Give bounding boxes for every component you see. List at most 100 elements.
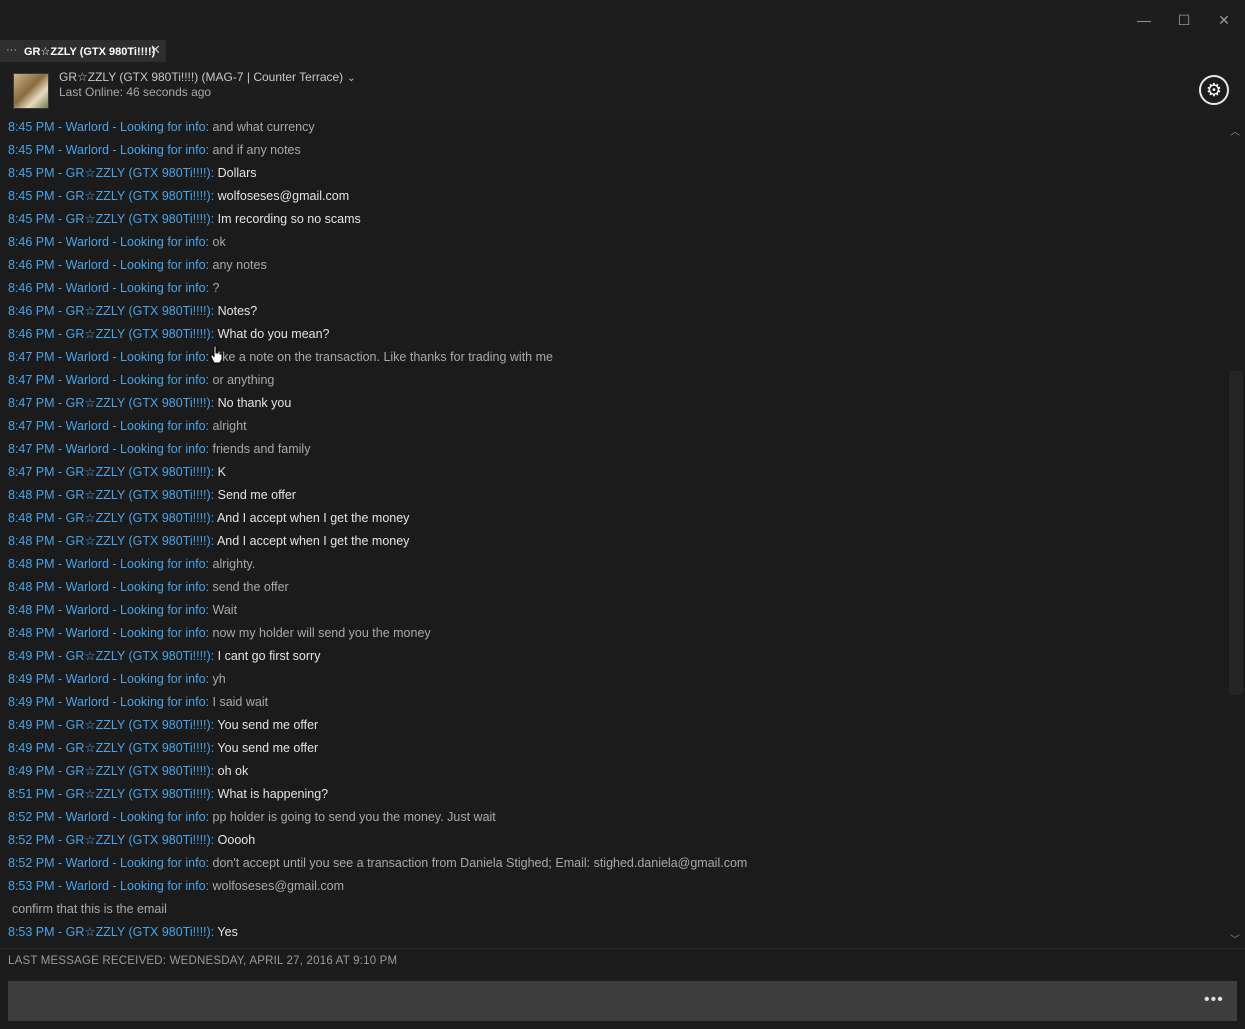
message-text: send the offer <box>212 580 289 594</box>
chat-message: 8:52 PM - Warlord - Looking for info: pp… <box>8 809 496 825</box>
chat-message: 8:48 PM - GR☆ZZLY (GTX 980Ti!!!!): And I… <box>8 533 409 549</box>
friend-avatar[interactable] <box>13 73 49 109</box>
chat-message: 8:48 PM - GR☆ZZLY (GTX 980Ti!!!!): And I… <box>8 510 409 526</box>
message-meta[interactable]: 8:47 PM - Warlord - Looking for info <box>8 442 206 456</box>
message-meta[interactable]: 8:51 PM - GR☆ZZLY (GTX 980Ti!!!!) <box>8 787 211 801</box>
message-meta[interactable]: 8:48 PM - Warlord - Looking for info <box>8 626 206 640</box>
message-meta[interactable]: 8:45 PM - GR☆ZZLY (GTX 980Ti!!!!) <box>8 166 211 180</box>
chat-message: 8:46 PM - GR☆ZZLY (GTX 980Ti!!!!): Notes… <box>8 303 257 319</box>
chat-message: 8:48 PM - Warlord - Looking for info: Wa… <box>8 602 237 618</box>
scroll-up-icon[interactable]: ︿ <box>1230 123 1240 138</box>
message-separator: : <box>210 833 218 847</box>
close-window-button[interactable]: ✕ <box>1212 8 1236 32</box>
message-meta[interactable]: 8:49 PM - Warlord - Looking for info <box>8 672 206 686</box>
chevron-down-icon[interactable]: ⌄ <box>347 73 355 84</box>
message-meta[interactable]: 8:45 PM - GR☆ZZLY (GTX 980Ti!!!!) <box>8 189 211 203</box>
message-meta[interactable]: 8:52 PM - Warlord - Looking for info <box>8 810 206 824</box>
chat-tab[interactable]: ··· GR☆ZZLY (GTX 980Ti!!!!) ✕ <box>0 40 166 62</box>
chat-message: 8:45 PM - Warlord - Looking for info: an… <box>8 119 315 135</box>
message-meta[interactable]: 8:48 PM - Warlord - Looking for info <box>8 603 206 617</box>
chat-message: 8:45 PM - GR☆ZZLY (GTX 980Ti!!!!): Dolla… <box>8 165 257 181</box>
scroll-down-icon[interactable]: ﹀ <box>1230 931 1240 946</box>
message-meta[interactable]: 8:46 PM - Warlord - Looking for info <box>8 258 206 272</box>
maximize-button[interactable]: ☐ <box>1172 8 1196 32</box>
message-meta[interactable]: 8:46 PM - Warlord - Looking for info <box>8 235 206 249</box>
chat-message: 8:48 PM - GR☆ZZLY (GTX 980Ti!!!!): Send … <box>8 487 296 503</box>
message-text: oh ok <box>217 764 249 778</box>
title-bar: — ☐ ✕ <box>0 0 1245 40</box>
message-meta[interactable]: 8:47 PM - Warlord - Looking for info <box>8 419 206 433</box>
message-meta[interactable]: 8:49 PM - GR☆ZZLY (GTX 980Ti!!!!) <box>8 764 211 778</box>
chat-message: 8:53 PM - Warlord - Looking for info: wo… <box>8 878 344 894</box>
message-meta[interactable]: 8:47 PM - GR☆ZZLY (GTX 980Ti!!!!) <box>8 465 211 479</box>
message-text: You send me offer <box>217 718 319 732</box>
chat-message: 8:48 PM - Warlord - Looking for info: al… <box>8 556 255 572</box>
chat-message: 8:47 PM - Warlord - Looking for info: or… <box>8 372 274 388</box>
message-text: What is happening? <box>217 787 329 801</box>
hand-cursor-icon <box>210 345 223 364</box>
message-meta[interactable]: 8:53 PM - Warlord - Looking for info <box>8 879 206 893</box>
message-meta[interactable]: 8:52 PM - Warlord - Looking for info <box>8 856 206 870</box>
message-text: and what currency <box>212 120 315 134</box>
chat-message: 8:47 PM - Warlord - Looking for info: Li… <box>8 349 553 365</box>
message-separator: : <box>210 764 218 778</box>
message-text: ? <box>212 281 220 295</box>
message-separator: : <box>205 442 213 456</box>
tab-close-icon[interactable]: ✕ <box>150 42 161 58</box>
more-options-icon[interactable]: ••• <box>1204 991 1224 1009</box>
message-separator: : <box>205 258 213 272</box>
message-meta[interactable]: 8:49 PM - GR☆ZZLY (GTX 980Ti!!!!) <box>8 718 211 732</box>
chat-message: 8:52 PM - Warlord - Looking for info: do… <box>8 855 747 871</box>
chat-message: 8:53 PM - GR☆ZZLY (GTX 980Ti!!!!): Yes <box>8 924 238 940</box>
message-text: Wait <box>212 603 238 617</box>
message-separator: : <box>205 856 213 870</box>
message-meta[interactable]: 8:46 PM - GR☆ZZLY (GTX 980Ti!!!!) <box>8 304 211 318</box>
message-meta[interactable]: 8:45 PM - Warlord - Looking for info <box>8 120 206 134</box>
message-meta[interactable]: 8:52 PM - GR☆ZZLY (GTX 980Ti!!!!) <box>8 833 211 847</box>
message-separator: : <box>205 695 213 709</box>
message-separator: : <box>210 212 218 226</box>
message-input[interactable] <box>8 981 1237 1021</box>
message-meta[interactable]: 8:48 PM - GR☆ZZLY (GTX 980Ti!!!!) <box>8 511 211 525</box>
message-meta[interactable]: 8:47 PM - GR☆ZZLY (GTX 980Ti!!!!) <box>8 396 211 410</box>
message-separator: : <box>205 373 213 387</box>
chat-message: 8:45 PM - GR☆ZZLY (GTX 980Ti!!!!): Im re… <box>8 211 361 227</box>
chat-message: 8:46 PM - Warlord - Looking for info: an… <box>8 257 267 273</box>
message-meta[interactable]: 8:49 PM - GR☆ZZLY (GTX 980Ti!!!!) <box>8 741 211 755</box>
message-meta[interactable]: 8:48 PM - Warlord - Looking for info <box>8 580 206 594</box>
message-meta[interactable]: 8:46 PM - Warlord - Looking for info <box>8 281 206 295</box>
message-meta[interactable]: 8:48 PM - GR☆ZZLY (GTX 980Ti!!!!) <box>8 488 211 502</box>
chat-message: 8:47 PM - Warlord - Looking for info: fr… <box>8 441 310 457</box>
message-meta[interactable]: 8:45 PM - Warlord - Looking for info <box>8 143 206 157</box>
message-text: yh <box>212 672 226 686</box>
message-text: pp holder is going to send you the money… <box>212 810 496 824</box>
message-meta[interactable]: 8:49 PM - GR☆ZZLY (GTX 980Ti!!!!) <box>8 649 211 663</box>
message-meta[interactable]: 8:47 PM - Warlord - Looking for info <box>8 373 206 387</box>
minimize-button[interactable]: — <box>1132 8 1156 32</box>
friend-name-dropdown[interactable]: GR☆ZZLY (GTX 980Ti!!!!) (MAG-7 | Counter… <box>59 70 356 84</box>
message-text: Dollars <box>217 166 257 180</box>
message-meta[interactable]: 8:46 PM - GR☆ZZLY (GTX 980Ti!!!!) <box>8 327 211 341</box>
chat-message: 8:45 PM - Warlord - Looking for info: an… <box>8 142 301 158</box>
message-text: now my holder will send you the money <box>212 626 431 640</box>
message-meta[interactable]: 8:45 PM - GR☆ZZLY (GTX 980Ti!!!!) <box>8 212 211 226</box>
message-separator: : <box>210 787 218 801</box>
chat-message: 8:48 PM - Warlord - Looking for info: se… <box>8 579 289 595</box>
tab-menu-icon[interactable]: ··· <box>6 44 17 56</box>
message-separator: : <box>205 672 213 686</box>
message-separator: : <box>205 879 213 893</box>
message-text: No thank you <box>217 396 292 410</box>
message-separator: : <box>205 120 213 134</box>
message-separator: : <box>205 580 213 594</box>
message-meta[interactable]: 8:53 PM - GR☆ZZLY (GTX 980Ti!!!!) <box>8 925 211 939</box>
scrollbar-thumb[interactable] <box>1229 371 1243 695</box>
chat-scrollbar[interactable]: ︿ ﹀ <box>1228 119 1245 947</box>
message-text: ok <box>212 235 226 249</box>
message-meta[interactable]: 8:49 PM - Warlord - Looking for info <box>8 695 206 709</box>
message-meta[interactable]: 8:48 PM - GR☆ZZLY (GTX 980Ti!!!!) <box>8 534 211 548</box>
message-meta[interactable]: 8:48 PM - Warlord - Looking for info <box>8 557 206 571</box>
settings-gear-icon[interactable]: ⚙ <box>1199 75 1229 105</box>
message-text: wolfoseses@gmail.com <box>217 189 350 203</box>
message-meta[interactable]: 8:47 PM - Warlord - Looking for info <box>8 350 206 364</box>
chat-log[interactable]: 8:45 PM - Warlord - Looking for info: an… <box>0 119 1228 947</box>
